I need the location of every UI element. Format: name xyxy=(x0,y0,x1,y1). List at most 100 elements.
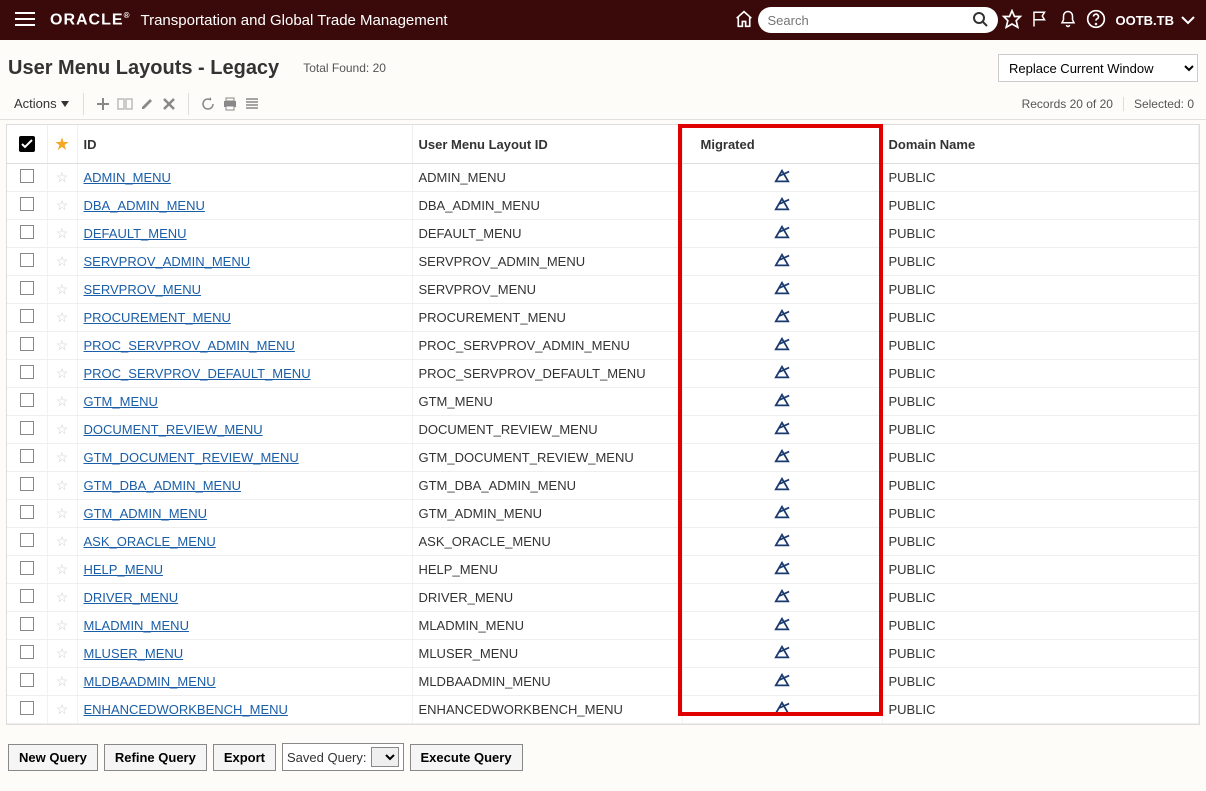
favorite-star-icon[interactable]: ☆ xyxy=(56,673,69,689)
favorite-star-icon[interactable]: ☆ xyxy=(56,477,69,493)
id-link[interactable]: SERVPROV_ADMIN_MENU xyxy=(84,254,251,269)
id-link[interactable]: MLDBAADMIN_MENU xyxy=(84,674,216,689)
delete-icon[interactable] xyxy=(158,93,180,115)
id-link[interactable]: GTM_DOCUMENT_REVIEW_MENU xyxy=(84,450,299,465)
id-link[interactable]: GTM_MENU xyxy=(84,394,158,409)
home-icon[interactable] xyxy=(730,10,758,31)
execute-query-button[interactable]: Execute Query xyxy=(410,744,523,771)
favorite-star-icon[interactable]: ☆ xyxy=(56,505,69,521)
favorite-star-icon[interactable]: ☆ xyxy=(56,561,69,577)
add-icon[interactable] xyxy=(92,93,114,115)
favorite-star-icon[interactable]: ☆ xyxy=(56,365,69,381)
window-mode-select[interactable]: Replace Current Window xyxy=(998,54,1198,82)
id-link[interactable]: SERVPROV_MENU xyxy=(84,282,202,297)
id-link[interactable]: MLUSER_MENU xyxy=(84,646,184,661)
row-checkbox[interactable] xyxy=(20,589,34,603)
col-header-layout[interactable]: User Menu Layout ID xyxy=(412,125,682,164)
id-link[interactable]: PROCUREMENT_MENU xyxy=(84,310,231,325)
row-checkbox[interactable] xyxy=(20,337,34,351)
favorite-star-icon[interactable]: ☆ xyxy=(56,309,69,325)
favorite-star-icon[interactable]: ☆ xyxy=(56,169,69,185)
actions-menu[interactable]: Actions xyxy=(8,92,75,115)
menu-icon[interactable] xyxy=(10,12,40,29)
export-button[interactable]: Export xyxy=(213,744,276,771)
table-row: ☆GTM_ADMIN_MENUGTM_ADMIN_MENUPUBLIC xyxy=(7,500,1199,528)
favorite-star-icon[interactable]: ☆ xyxy=(56,533,69,549)
row-checkbox[interactable] xyxy=(20,309,34,323)
row-checkbox[interactable] xyxy=(20,477,34,491)
row-checkbox[interactable] xyxy=(20,393,34,407)
col-header-domain[interactable]: Domain Name xyxy=(882,125,1199,164)
domain-cell: PUBLIC xyxy=(882,668,1199,696)
id-link[interactable]: GTM_ADMIN_MENU xyxy=(84,506,208,521)
row-checkbox[interactable] xyxy=(20,617,34,631)
row-checkbox[interactable] xyxy=(20,225,34,239)
migrated-check-icon xyxy=(774,421,790,435)
table-row: ☆GTM_DBA_ADMIN_MENUGTM_DBA_ADMIN_MENUPUB… xyxy=(7,472,1199,500)
row-checkbox[interactable] xyxy=(20,281,34,295)
notifications-icon[interactable] xyxy=(1054,9,1082,32)
id-link[interactable]: DRIVER_MENU xyxy=(84,590,179,605)
favorite-header[interactable]: ★ xyxy=(47,125,77,164)
id-link[interactable]: GTM_DBA_ADMIN_MENU xyxy=(84,478,241,493)
row-checkbox[interactable] xyxy=(20,561,34,575)
col-header-migrated[interactable]: Migrated xyxy=(682,125,882,164)
table-row: ☆HELP_MENUHELP_MENUPUBLIC xyxy=(7,556,1199,584)
row-checkbox[interactable] xyxy=(20,449,34,463)
col-header-id[interactable]: ID xyxy=(77,125,412,164)
row-checkbox[interactable] xyxy=(20,421,34,435)
favorite-star-icon[interactable]: ☆ xyxy=(56,589,69,605)
row-checkbox[interactable] xyxy=(20,645,34,659)
search-icon[interactable] xyxy=(972,11,988,30)
refresh-icon[interactable] xyxy=(197,93,219,115)
id-link[interactable]: DEFAULT_MENU xyxy=(84,226,187,241)
id-link[interactable]: MLADMIN_MENU xyxy=(84,618,189,633)
id-link[interactable]: ADMIN_MENU xyxy=(84,170,171,185)
id-link[interactable]: PROC_SERVPROV_ADMIN_MENU xyxy=(84,338,295,353)
row-checkbox[interactable] xyxy=(20,505,34,519)
help-icon[interactable] xyxy=(1082,9,1110,32)
favorite-star-icon[interactable]: ☆ xyxy=(56,617,69,633)
saved-query-select[interactable] xyxy=(371,747,399,767)
row-checkbox[interactable] xyxy=(20,673,34,687)
layout-cell: SERVPROV_MENU xyxy=(412,276,682,304)
favorite-star-icon[interactable]: ☆ xyxy=(56,337,69,353)
row-checkbox[interactable] xyxy=(20,197,34,211)
new-query-button[interactable]: New Query xyxy=(8,744,98,771)
flag-icon[interactable] xyxy=(1026,10,1054,31)
domain-cell: PUBLIC xyxy=(882,220,1199,248)
migrated-check-icon xyxy=(774,589,790,603)
id-link[interactable]: DOCUMENT_REVIEW_MENU xyxy=(84,422,263,437)
favorite-star-icon[interactable]: ☆ xyxy=(56,253,69,269)
id-link[interactable]: HELP_MENU xyxy=(84,562,163,577)
user-menu-chevron-icon[interactable] xyxy=(1180,13,1196,28)
favorite-star-icon[interactable]: ☆ xyxy=(56,393,69,409)
favorite-star-icon[interactable]: ☆ xyxy=(56,645,69,661)
edit-icon[interactable] xyxy=(136,93,158,115)
favorite-star-icon[interactable]: ☆ xyxy=(56,225,69,241)
id-link[interactable]: PROC_SERVPROV_DEFAULT_MENU xyxy=(84,366,311,381)
refine-query-button[interactable]: Refine Query xyxy=(104,744,207,771)
domain-cell: PUBLIC xyxy=(882,360,1199,388)
row-checkbox[interactable] xyxy=(20,169,34,183)
favorite-star-icon[interactable]: ☆ xyxy=(56,701,69,717)
row-checkbox[interactable] xyxy=(20,253,34,267)
print-icon[interactable] xyxy=(219,93,241,115)
favorite-star-icon[interactable]: ☆ xyxy=(56,421,69,437)
favorite-star-icon[interactable]: ☆ xyxy=(56,449,69,465)
search-input[interactable] xyxy=(768,13,972,28)
id-link[interactable]: DBA_ADMIN_MENU xyxy=(84,198,205,213)
copy-icon[interactable] xyxy=(114,93,136,115)
favorites-icon[interactable] xyxy=(998,9,1026,32)
favorite-star-icon[interactable]: ☆ xyxy=(56,281,69,297)
id-link[interactable]: ASK_ORACLE_MENU xyxy=(84,534,216,549)
list-icon[interactable] xyxy=(241,93,263,115)
layout-cell: PROC_SERVPROV_ADMIN_MENU xyxy=(412,332,682,360)
row-checkbox[interactable] xyxy=(20,701,34,715)
id-link[interactable]: ENHANCEDWORKBENCH_MENU xyxy=(84,702,288,717)
row-checkbox[interactable] xyxy=(20,533,34,547)
select-all-header[interactable] xyxy=(7,125,47,164)
row-checkbox[interactable] xyxy=(20,365,34,379)
domain-cell: PUBLIC xyxy=(882,528,1199,556)
favorite-star-icon[interactable]: ☆ xyxy=(56,197,69,213)
